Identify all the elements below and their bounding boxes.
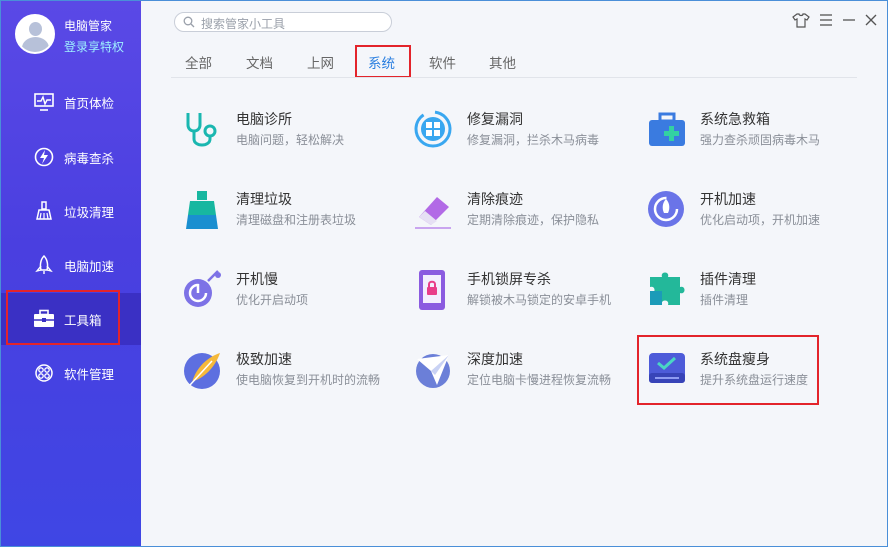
rocket-power-icon — [648, 191, 684, 227]
sidebar-item-speed-up[interactable]: 电脑加速 — [1, 239, 141, 291]
menu-icon[interactable] — [817, 11, 835, 29]
tool-description: 优化开启动项 — [236, 293, 309, 307]
tool-name: 系统急救箱 — [700, 112, 770, 128]
windows-repair-icon — [414, 110, 452, 148]
sidebar-item-junk-clean[interactable]: 垃圾清理 — [1, 185, 141, 237]
broom-icon — [36, 201, 52, 220]
login-link[interactable]: 登录享特权 — [64, 38, 124, 55]
tool-name: 电脑诊所 — [236, 112, 292, 128]
power-slow-icon — [184, 270, 221, 307]
highlight-box-system-tab — [355, 45, 411, 78]
tab-documents[interactable]: 文档 — [246, 52, 273, 72]
app-name: 电脑管家 — [64, 19, 113, 33]
tool-fix-vulnerabilities[interactable]: 修复漏洞 修复漏洞，拦杀木马病毒 — [413, 109, 633, 169]
tool-slow-boot[interactable]: 开机慢 优化开启动项 — [182, 269, 402, 329]
search-icon — [183, 16, 195, 28]
sidebar-item-label: 软件管理 — [64, 366, 115, 382]
tool-boot-speedup[interactable]: 开机加速 优化启动项，开机加速 — [646, 189, 866, 249]
tool-description: 解锁被木马锁定的安卓手机 — [467, 293, 612, 307]
sidebar-item-label: 电脑加速 — [64, 258, 115, 274]
tool-name: 深度加速 — [467, 352, 523, 368]
tool-deep-speedup[interactable]: 深度加速 定位电脑卡慢进程恢复流畅 — [413, 349, 633, 409]
tool-description: 插件清理 — [700, 293, 749, 307]
tool-description: 电脑问题，轻松解决 — [236, 133, 345, 147]
monitor-icon — [34, 93, 54, 111]
broom-icon — [186, 191, 218, 229]
apps-icon — [35, 364, 53, 382]
tab-internet[interactable]: 上网 — [307, 52, 334, 72]
paper-plane-icon — [416, 354, 450, 388]
tabs-divider — [171, 77, 857, 78]
close-icon[interactable] — [862, 11, 880, 29]
tool-clean-junk[interactable]: 清理垃圾 清理磁盘和注册表垃圾 — [182, 189, 402, 249]
skin-icon[interactable] — [792, 11, 810, 29]
tool-system-first-aid[interactable]: 系统急救箱 强力查杀顽固病毒木马 — [646, 109, 866, 169]
rocket-icon — [35, 255, 53, 274]
tool-phone-lock-kill[interactable]: 手机锁屏专杀 解锁被木马锁定的安卓手机 — [413, 269, 633, 329]
tab-other[interactable]: 其他 — [489, 52, 516, 72]
tool-name: 插件清理 — [700, 272, 756, 288]
stethoscope-icon — [186, 113, 217, 147]
search-placeholder: 搜索管家小工具 — [201, 17, 286, 31]
phone-lock-icon — [419, 270, 445, 310]
minimize-icon[interactable] — [840, 11, 858, 29]
tool-name: 开机加速 — [700, 192, 756, 208]
first-aid-kit-icon — [649, 112, 685, 146]
tool-description: 修复漏洞，拦杀木马病毒 — [467, 133, 600, 147]
tool-name: 手机锁屏专杀 — [467, 272, 551, 288]
tool-description: 优化启动项，开机加速 — [700, 213, 821, 227]
tool-clear-traces[interactable]: 清除痕迹 定期清除痕迹，保护隐私 — [413, 189, 633, 249]
tool-name: 极致加速 — [236, 352, 292, 368]
sidebar-item-software-manage[interactable]: 软件管理 — [1, 347, 141, 399]
tool-pc-clinic[interactable]: 电脑诊所 电脑问题，轻松解决 — [182, 109, 402, 169]
sidebar-item-label: 病毒查杀 — [64, 150, 115, 166]
main-panel: 搜索管家小工具 全部 文档 上网 系统 软件 其他 电脑诊所 电脑问题，轻松解决… — [141, 1, 887, 546]
puzzle-icon — [650, 272, 685, 305]
eraser-icon — [415, 197, 451, 229]
tab-all[interactable]: 全部 — [185, 52, 212, 72]
tool-name: 开机慢 — [236, 272, 278, 288]
tool-name: 修复漏洞 — [467, 112, 523, 128]
tool-description: 强力查杀顽固病毒木马 — [700, 133, 821, 147]
tab-software[interactable]: 软件 — [429, 52, 456, 72]
tool-description: 定位电脑卡慢进程恢复流畅 — [467, 373, 612, 387]
highlight-box-disk-slim — [637, 335, 819, 405]
app-window: 电脑管家 登录享特权 首页体检 病毒查杀 垃圾清理 电脑加速 工具箱 软件管理 … — [0, 0, 888, 547]
tool-description: 清理磁盘和注册表垃圾 — [236, 213, 357, 227]
avatar[interactable] — [15, 14, 55, 54]
feather-icon — [184, 353, 220, 389]
search-input[interactable]: 搜索管家小工具 — [174, 12, 392, 32]
tool-name: 清理垃圾 — [236, 192, 292, 208]
sidebar-item-home-check[interactable]: 首页体检 — [1, 76, 141, 128]
sidebar-item-label: 首页体检 — [64, 95, 115, 111]
lightning-shield-icon — [34, 147, 54, 167]
sidebar-item-virus-scan[interactable]: 病毒查杀 — [1, 131, 141, 183]
sidebar-item-label: 垃圾清理 — [64, 204, 115, 220]
tool-description: 定期清除痕迹，保护隐私 — [467, 213, 600, 227]
sidebar: 电脑管家 登录享特权 首页体检 病毒查杀 垃圾清理 电脑加速 工具箱 软件管理 — [1, 1, 141, 546]
user-panel[interactable]: 电脑管家 登录享特权 — [15, 14, 140, 58]
tool-description: 使电脑恢复到开机时的流畅 — [236, 373, 381, 387]
tool-plugin-cleanup[interactable]: 插件清理 插件清理 — [646, 269, 866, 329]
tool-name: 清除痕迹 — [467, 192, 523, 208]
highlight-box-toolbox — [6, 290, 120, 345]
tool-extreme-speedup[interactable]: 极致加速 使电脑恢复到开机时的流畅 — [182, 349, 402, 409]
